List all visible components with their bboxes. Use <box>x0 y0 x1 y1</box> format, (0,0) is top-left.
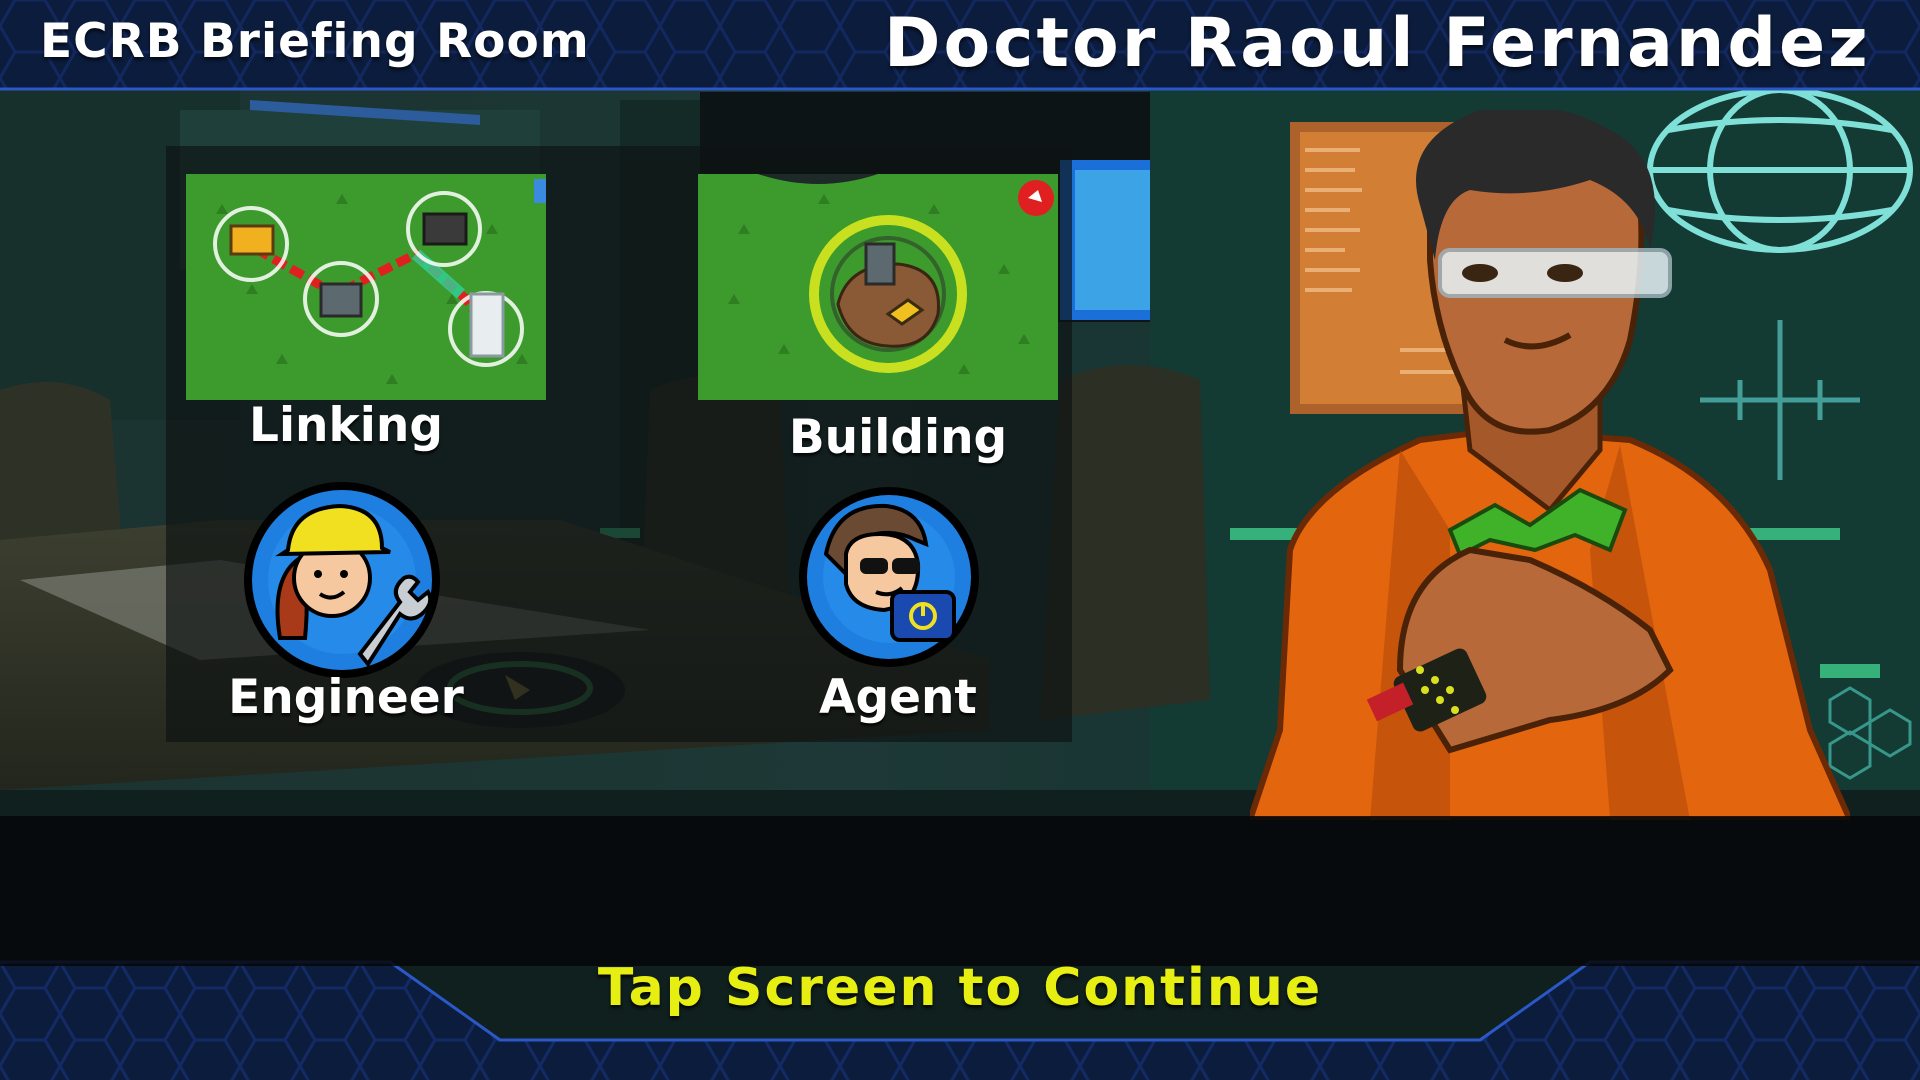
character-name: Doctor Raoul Fernandez <box>884 4 1871 83</box>
dialog-box[interactable] <box>0 816 1920 966</box>
building-mode-label: Building <box>788 410 1008 465</box>
doctor-raoul-fernandez-portrait <box>1250 110 1850 820</box>
linking-map-thumbnail <box>186 174 546 400</box>
agent-role-label: Agent <box>819 670 977 725</box>
room-title: ECRB Briefing Room <box>40 14 590 69</box>
building-map-thumbnail <box>698 174 1058 400</box>
engineer-role-label: Engineer <box>228 670 464 725</box>
engineer-icon <box>244 482 440 678</box>
tap-to-continue-prompt[interactable]: Tap Screen to Continue <box>0 958 1920 1018</box>
agent-icon <box>799 487 979 667</box>
game-screen[interactable]: ECRB Briefing Room Doctor Raoul Fernande… <box>0 0 1920 1080</box>
linking-mode-label: Linking <box>249 398 443 453</box>
